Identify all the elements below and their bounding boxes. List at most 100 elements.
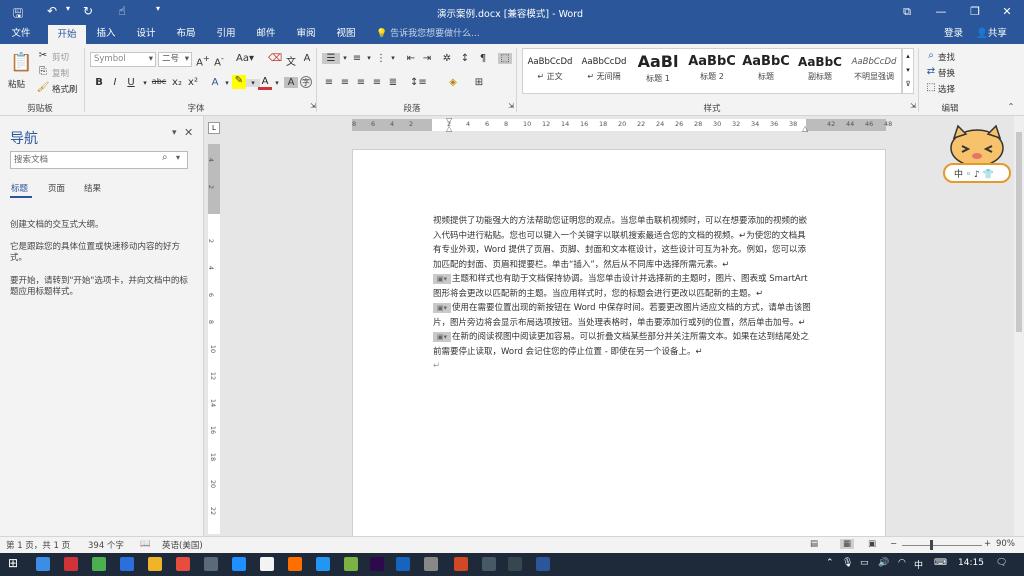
taskbar-app-15-icon[interactable]	[424, 557, 438, 571]
login-button[interactable]: 登录	[944, 24, 963, 44]
paste-button[interactable]: 📋 粘贴	[6, 50, 32, 92]
underline-icon[interactable]: U	[124, 77, 138, 88]
taskbar-app-3-icon[interactable]	[92, 557, 106, 571]
share-button[interactable]: 👤共享	[976, 24, 1007, 44]
bold-icon[interactable]: B	[92, 77, 106, 88]
line-spacing-icon[interactable]: ↕≡	[410, 77, 427, 88]
wifi-icon[interactable]: ◠	[898, 558, 906, 568]
tab-file[interactable]: 文件	[4, 24, 38, 44]
tab-selector[interactable]: L	[208, 122, 220, 134]
minimize-button[interactable]: —	[924, 2, 958, 22]
close-button[interactable]: ✕	[990, 2, 1024, 22]
style-subtitle[interactable]: AaBbC 副标题	[793, 49, 847, 95]
print-layout-icon[interactable]: ▦	[840, 539, 855, 549]
notification-icon[interactable]: 🗨	[996, 558, 1007, 568]
nav-options-icon[interactable]: ▾	[172, 128, 177, 138]
word-icon[interactable]	[536, 557, 550, 571]
powerpoint-icon[interactable]	[454, 557, 468, 571]
document-body[interactable]: 视频提供了功能强大的方法帮助您证明您的观点。当您单击联机视频时，可以在想要添加的…	[433, 214, 811, 374]
page-count[interactable]: 第 1 页，共 1 页	[6, 539, 70, 551]
tray-mic-icon[interactable]: 🎙	[842, 558, 853, 568]
align-center-icon[interactable]: ≡	[338, 77, 352, 88]
shrink-font-icon[interactable]: A-	[212, 53, 226, 68]
tab-insert[interactable]: 插入	[88, 24, 124, 44]
change-case-icon[interactable]: Aa▾	[234, 53, 256, 64]
word-count[interactable]: 394 个字	[88, 539, 124, 551]
ribbon-display-icon[interactable]: ⧉	[890, 2, 924, 22]
show-marks-icon[interactable]: ¶	[476, 53, 490, 64]
redo-icon[interactable]: ↻	[78, 4, 98, 18]
tell-me-search[interactable]: 💡 告诉我您想要做什么...	[376, 24, 480, 44]
character-shading-icon[interactable]: A	[284, 77, 298, 88]
ime-settings-icon[interactable]: ⌨	[934, 558, 947, 568]
font-size-dropdown[interactable]: 二号 ▾	[158, 52, 192, 67]
increase-indent-icon[interactable]: ⇥	[420, 53, 434, 64]
font-dialog-launcher-icon[interactable]: ⇲	[306, 102, 320, 110]
maximize-button[interactable]: ❐	[958, 2, 992, 22]
taskbar-app-2-icon[interactable]	[64, 557, 78, 571]
style-heading2[interactable]: AaBbC 标题 2	[685, 49, 739, 95]
paragraph-5[interactable]: ↵	[433, 359, 811, 374]
taskbar-app-14-icon[interactable]	[396, 557, 410, 571]
zoom-slider[interactable]	[902, 545, 982, 546]
enclose-characters-icon[interactable]: 字	[300, 76, 312, 88]
ime-indicator[interactable]: 中	[914, 558, 923, 571]
font-color-dropdown-icon[interactable]: ▾	[270, 79, 284, 87]
clear-formatting-icon[interactable]: ⌫	[268, 53, 282, 64]
premiere-icon[interactable]	[370, 557, 384, 571]
justify-icon[interactable]: ≡	[370, 77, 384, 88]
search-icon[interactable]: ⌕	[162, 152, 168, 163]
sort-icon[interactable]: ↕	[458, 53, 472, 64]
taskbar-app-11-icon[interactable]	[316, 557, 330, 571]
clock[interactable]: 14:15	[958, 558, 984, 568]
zoom-in-icon[interactable]: +	[984, 539, 991, 549]
chinese-layout-icon[interactable]: ✲	[440, 53, 454, 64]
subscript-icon[interactable]: x₂	[170, 77, 184, 88]
zoom-level[interactable]: 90%	[996, 539, 1015, 549]
paragraph-4[interactable]: ▣▾ 在新的阅读视图中阅读更加容易。可以折叠文档某些部分并关注所需文本。如果在达到…	[433, 330, 811, 359]
style-subtle-emphasis[interactable]: AaBbCcDd 不明显强调	[847, 49, 901, 95]
tab-layout[interactable]: 布局	[168, 24, 204, 44]
find-button[interactable]: 查找	[938, 51, 955, 63]
collapse-ribbon-icon[interactable]: ⌃	[1004, 102, 1018, 111]
chrome-icon[interactable]	[260, 557, 274, 571]
nav-tab-results[interactable]: 结果	[84, 182, 101, 194]
multilevel-dropdown-icon[interactable]: ▾	[386, 54, 400, 62]
align-left-icon[interactable]: ≡	[322, 77, 336, 88]
style-no-spacing[interactable]: AaBbCcDd ↵ 无间隔	[577, 49, 631, 95]
vertical-scrollbar[interactable]	[1014, 116, 1024, 536]
decrease-indent-icon[interactable]: ⇤	[404, 53, 418, 64]
tab-home[interactable]: 开始	[48, 25, 86, 44]
nav-tab-headings[interactable]: 标题	[11, 182, 28, 194]
tab-review[interactable]: 审阅	[288, 24, 324, 44]
right-indent-marker[interactable]: △	[802, 124, 808, 133]
styles-scroll[interactable]: ▴ ▾ ⊽	[902, 48, 914, 94]
taskbar-app-6-icon[interactable]	[176, 557, 190, 571]
volume-icon[interactable]: 🔊	[878, 558, 889, 568]
tab-references[interactable]: 引用	[208, 24, 244, 44]
paragraph-3[interactable]: ▣▾ 使用在需要位置出现的新按钮在 Word 中保存时间。若要更改图片适应文档的方…	[433, 301, 811, 330]
undo-dropdown-icon[interactable]: ▾	[58, 4, 78, 13]
taskbar-folder-icon[interactable]	[148, 557, 162, 571]
style-heading1[interactable]: AaBl 标题 1	[631, 49, 685, 95]
edge-icon[interactable]	[232, 557, 246, 571]
italic-icon[interactable]: I	[108, 77, 122, 88]
search-dropdown-icon[interactable]: ▾	[176, 153, 180, 162]
customize-qat-icon[interactable]: ▾	[148, 4, 168, 13]
phonetic-guide-icon[interactable]: 文	[284, 53, 298, 68]
hanging-indent-marker[interactable]: △	[446, 124, 452, 133]
style-title[interactable]: AaBbC 标题	[739, 49, 793, 95]
scroll-thumb[interactable]	[1016, 132, 1022, 332]
taskbar-app-17-icon[interactable]	[482, 557, 496, 571]
taskbar-app-4-icon[interactable]	[120, 557, 134, 571]
taskbar-app-7-icon[interactable]	[204, 557, 218, 571]
windows-start-icon[interactable]: ⊞	[8, 556, 18, 570]
zoom-slider-thumb[interactable]	[930, 540, 933, 550]
taskbar-app-10-icon[interactable]	[288, 557, 302, 571]
copy-button[interactable]: 复制	[52, 67, 69, 79]
select-button[interactable]: 选择	[938, 83, 955, 95]
web-layout-icon[interactable]: ▣	[868, 539, 876, 549]
language[interactable]: 英语(美国)	[162, 539, 203, 551]
tab-mailings[interactable]: 邮件	[248, 24, 284, 44]
shading-icon[interactable]: ◈	[446, 77, 460, 88]
